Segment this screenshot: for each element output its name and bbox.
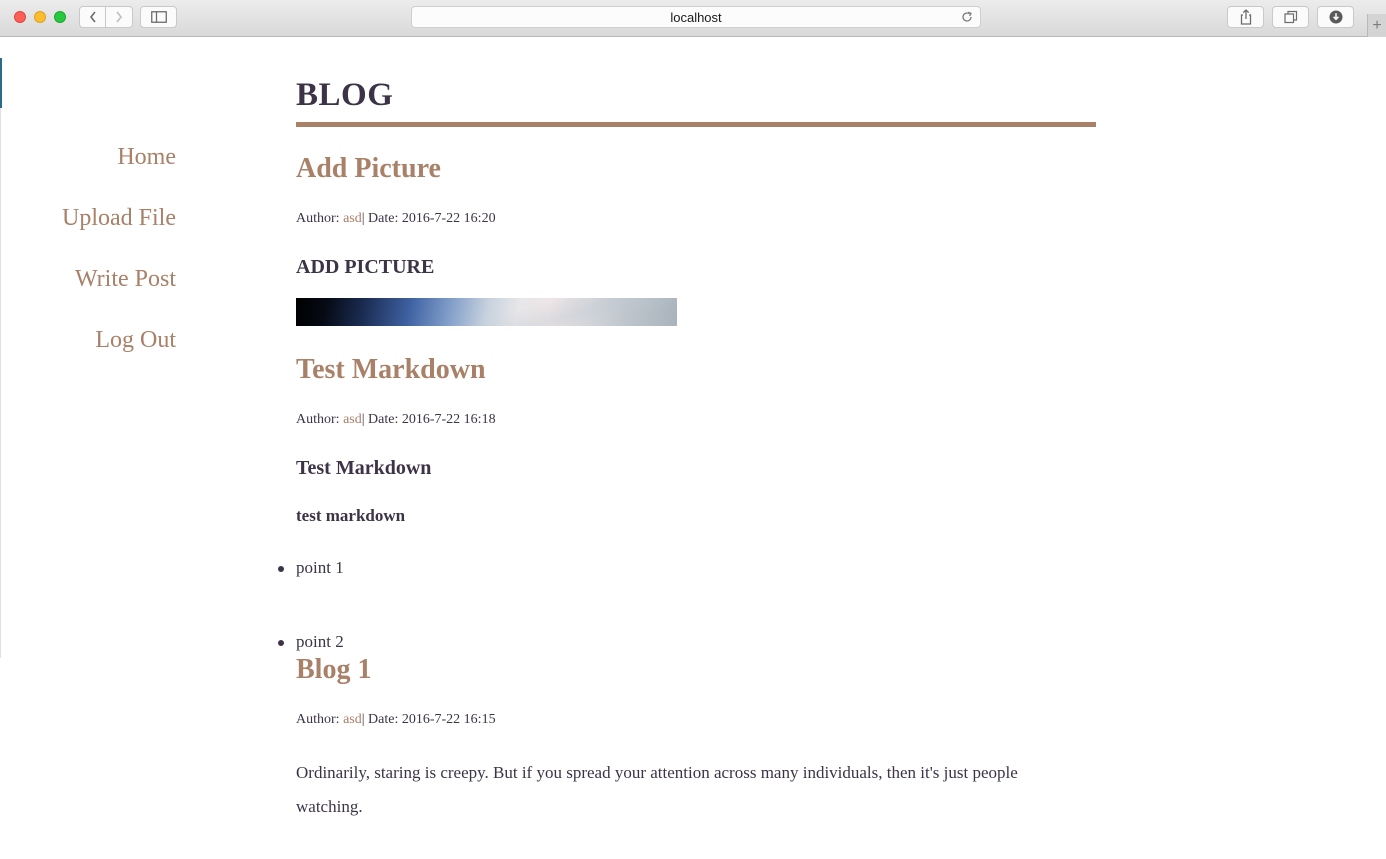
post-date: 2016-7-22 16:20 bbox=[401, 211, 496, 226]
forward-button[interactable] bbox=[106, 6, 133, 28]
downloads-button[interactable] bbox=[1317, 6, 1354, 28]
post-title-link[interactable]: Add Picture bbox=[296, 152, 441, 186]
author-label: Author: bbox=[296, 712, 340, 727]
post-body: Ordinarily, staring is creepy. But if yo… bbox=[296, 763, 1018, 816]
tabs-icon bbox=[1283, 10, 1297, 24]
download-icon bbox=[1329, 10, 1342, 24]
post-date: 2016-7-22 16:18 bbox=[401, 412, 496, 427]
date-label: | Date: bbox=[361, 211, 399, 226]
post-title-link[interactable]: Blog 1 bbox=[296, 653, 371, 687]
plus-icon: + bbox=[1372, 16, 1382, 34]
sidebar-item-write-post[interactable]: Write Post bbox=[0, 262, 176, 323]
close-window-button[interactable] bbox=[14, 11, 26, 23]
list-item-text: point 1 bbox=[296, 558, 344, 577]
sidebar-item-upload-file[interactable]: Upload File bbox=[0, 201, 176, 262]
share-button[interactable] bbox=[1227, 6, 1264, 28]
list-item-text: point 2 bbox=[296, 632, 344, 651]
post-title-link[interactable]: Test Markdown bbox=[296, 353, 486, 387]
url-text: localhost bbox=[670, 9, 722, 25]
back-button[interactable] bbox=[79, 6, 106, 28]
sidebar-toggle-button[interactable] bbox=[140, 6, 177, 28]
author-label: Author: bbox=[296, 211, 340, 226]
sidebar-nav: Home Upload File Write Post Log Out bbox=[0, 140, 176, 384]
sidebar-item-log-out[interactable]: Log Out bbox=[0, 323, 176, 384]
tabs-overview-button[interactable] bbox=[1272, 6, 1309, 28]
author-link[interactable]: asd bbox=[343, 712, 362, 727]
date-label: | Date: bbox=[361, 712, 399, 727]
reload-icon[interactable] bbox=[960, 10, 974, 24]
history-nav bbox=[79, 6, 133, 28]
list-item: point 1 bbox=[278, 557, 1096, 579]
post-heading: ADD PICTURE bbox=[296, 256, 435, 278]
sidebar-item-home[interactable]: Home bbox=[0, 140, 176, 201]
date-label: | Date: bbox=[361, 412, 399, 427]
site-title: BLOG bbox=[296, 74, 1096, 127]
post-meta: Author: asd| Date: 2016-7-22 16:15 bbox=[296, 711, 496, 729]
author-link[interactable]: asd bbox=[343, 412, 362, 427]
window-edge-accent bbox=[0, 58, 2, 108]
bullet-icon bbox=[278, 640, 284, 646]
post-meta: Author: asd| Date: 2016-7-22 16:18 bbox=[296, 411, 496, 429]
post-bold-text: test markdown bbox=[296, 506, 406, 525]
post-heading: Test Markdown bbox=[296, 457, 432, 479]
browser-toolbar: localhost + bbox=[0, 0, 1386, 37]
author-label: Author: bbox=[296, 412, 340, 427]
maximize-window-button[interactable] bbox=[54, 11, 66, 23]
minimize-window-button[interactable] bbox=[34, 11, 46, 23]
author-link[interactable]: asd bbox=[343, 211, 362, 226]
sidebar-icon bbox=[150, 11, 167, 23]
post-date: 2016-7-22 16:15 bbox=[401, 712, 496, 727]
post-meta: Author: asd| Date: 2016-7-22 16:20 bbox=[296, 210, 496, 228]
share-icon bbox=[1240, 9, 1251, 25]
chevron-left-icon bbox=[89, 11, 96, 23]
post-image bbox=[296, 298, 677, 326]
blog-main: BLOG Add Picture Author: asd| Date: 2016… bbox=[278, 74, 1096, 816]
address-bar[interactable]: localhost bbox=[411, 6, 981, 28]
list-item: point 2 bbox=[278, 631, 1096, 653]
chevron-right-icon bbox=[116, 11, 123, 23]
new-tab-button[interactable]: + bbox=[1367, 14, 1386, 37]
bullet-icon bbox=[278, 566, 284, 572]
